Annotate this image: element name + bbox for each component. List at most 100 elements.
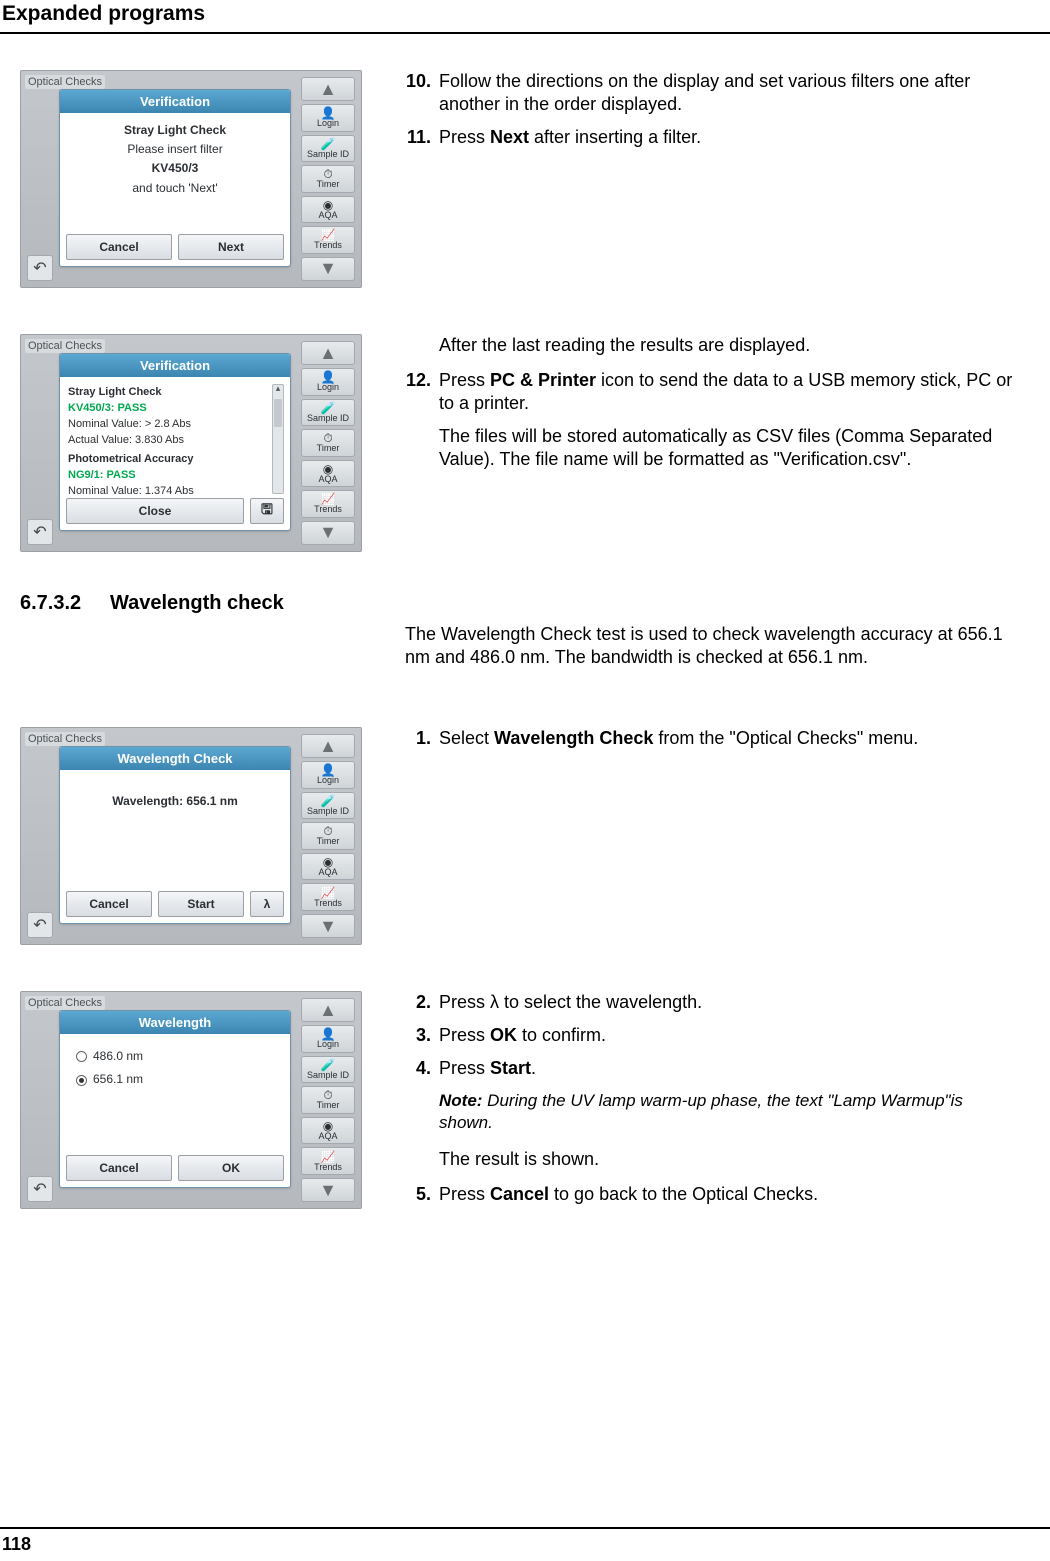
cancel-button[interactable]: Cancel — [66, 891, 152, 917]
dialog-buttons: Cancel OK — [66, 1155, 284, 1181]
radio-icon — [76, 1051, 87, 1062]
pass-line: KV450/3: PASS — [68, 401, 270, 417]
dialog-title: Verification — [60, 354, 290, 377]
sidebar-trends[interactable]: 📈Trends — [301, 226, 355, 254]
sidebar-label: AQA — [318, 1132, 337, 1141]
radio-label: 656.1 nm — [93, 1071, 143, 1088]
arrow-up-icon[interactable]: ▲ — [301, 341, 355, 365]
sidebar-trends[interactable]: 📈Trends — [301, 883, 355, 911]
sidebar-login[interactable]: 👤Login — [301, 104, 355, 132]
step-2: 2. Press λ to select the wavelength. — [405, 991, 1020, 1014]
cancel-button[interactable]: Cancel — [66, 1155, 172, 1181]
results-heading: Photometrical Accuracy — [68, 452, 270, 468]
dialog-line: Wavelength: 656.1 nm — [68, 792, 282, 811]
sidebar-sampleid[interactable]: 🧪Sample ID — [301, 792, 355, 820]
step-1: 1. Select Wavelength Check from the "Opt… — [405, 727, 1020, 750]
step-number: 5. — [405, 1183, 439, 1206]
corner-tag: Optical Checks — [25, 75, 105, 89]
dialog-title: Wavelength Check — [60, 747, 290, 770]
sidebar-label: Login — [317, 119, 339, 128]
undo-icon: ↶ — [33, 1179, 46, 1199]
sidebar-sampleid[interactable]: 🧪Sample ID — [301, 399, 355, 427]
sidebar-login[interactable]: 👤Login — [301, 761, 355, 789]
sidebar-aqa[interactable]: ◉AQA — [301, 460, 355, 488]
sidebar-label: Sample ID — [307, 807, 349, 816]
step-body: Press Next after inserting a filter. — [439, 126, 1020, 149]
dialog-line: Stray Light Check — [68, 121, 282, 140]
dialog-wavelength-check: Wavelength Check Wavelength: 656.1 nm Ca… — [59, 746, 291, 924]
sidebar-login[interactable]: 👤Login — [301, 368, 355, 396]
sidebar-timer[interactable]: ⏱Timer — [301, 1086, 355, 1114]
sidebar-sampleid[interactable]: 🧪Sample ID — [301, 1056, 355, 1084]
flask-icon: 🧪 — [321, 1059, 336, 1071]
step-number: 10. — [405, 70, 439, 116]
sidebar-aqa[interactable]: ◉AQA — [301, 196, 355, 224]
dialog-buttons: Cancel Next — [66, 234, 284, 260]
radio-option-656[interactable]: 656.1 nm — [76, 1071, 282, 1088]
radio-option-486[interactable]: 486.0 nm — [76, 1048, 282, 1065]
pc-printer-button[interactable]: 🖫 — [250, 498, 284, 524]
arrow-down-icon[interactable]: ▼ — [301, 257, 355, 281]
pass-line: NG9/1: PASS — [68, 468, 270, 484]
back-button[interactable]: ↶ — [27, 255, 53, 281]
sidebar-timer[interactable]: ⏱Timer — [301, 429, 355, 457]
scrollbar[interactable] — [272, 384, 284, 494]
arrow-down-icon[interactable]: ▼ — [301, 1178, 355, 1202]
lambda-button[interactable]: λ — [250, 891, 284, 917]
start-button[interactable]: Start — [158, 891, 244, 917]
step-3: 3. Press OK to confirm. — [405, 1024, 1020, 1047]
sidebar-label: Timer — [317, 1101, 340, 1110]
undo-icon: ↶ — [33, 522, 46, 542]
section-number: 6.7.3.2 — [20, 592, 110, 615]
next-button[interactable]: Next — [178, 234, 284, 260]
step-number: 12. — [405, 369, 439, 415]
step-body: Press Start. — [439, 1057, 1020, 1080]
page: Expanded programs Optical Checks ▲ 👤Logi… — [0, 0, 1050, 1561]
page-number: 118 — [2, 1534, 31, 1555]
ok-button[interactable]: OK — [178, 1155, 284, 1181]
header-rule — [0, 32, 1050, 34]
screenshot-3-wrap: Optical Checks ▲ 👤Login 🧪Sample ID ⏱Time… — [20, 727, 375, 945]
sidebar-label: Trends — [314, 505, 342, 514]
nominal-line: Nominal Value: > 2.8 Abs — [68, 417, 270, 433]
sidebar-sampleid[interactable]: 🧪Sample ID — [301, 135, 355, 163]
arrow-up-icon[interactable]: ▲ — [301, 77, 355, 101]
sidebar-label: Sample ID — [307, 1071, 349, 1080]
sidebar-label: Sample ID — [307, 150, 349, 159]
sidebar-label: Timer — [317, 444, 340, 453]
sidebar-trends[interactable]: 📈Trends — [301, 1147, 355, 1175]
section-3: The Wavelength Check test is used to che… — [20, 623, 1020, 681]
section-2: Optical Checks ▲ 👤Login 🧪Sample ID ⏱Time… — [20, 334, 1020, 552]
sidebar-timer[interactable]: ⏱Timer — [301, 165, 355, 193]
arrow-down-icon[interactable]: ▼ — [301, 914, 355, 938]
sidebar-trends[interactable]: 📈Trends — [301, 490, 355, 518]
sidebar-label: AQA — [318, 475, 337, 484]
back-button[interactable]: ↶ — [27, 912, 53, 938]
sidebar-login[interactable]: 👤Login — [301, 1025, 355, 1053]
step-5: 5. Press Cancel to go back to the Optica… — [405, 1183, 1020, 1206]
radio-label: 486.0 nm — [93, 1048, 143, 1065]
back-button[interactable]: ↶ — [27, 1176, 53, 1202]
arrow-up-icon[interactable]: ▲ — [301, 734, 355, 758]
step-body: Press λ to select the wavelength. — [439, 991, 1020, 1014]
screenshot-verification-insert: Optical Checks ▲ 👤Login 🧪Sample ID ⏱Time… — [20, 70, 362, 288]
undo-icon: ↶ — [33, 258, 46, 278]
close-button[interactable]: Close — [66, 498, 244, 524]
sidebar-aqa[interactable]: ◉AQA — [301, 1117, 355, 1145]
radio-icon — [76, 1075, 87, 1086]
screenshot-2-wrap: Optical Checks ▲ 👤Login 🧪Sample ID ⏱Time… — [20, 334, 375, 552]
sidebar-label: Login — [317, 383, 339, 392]
sidebar-aqa[interactable]: ◉AQA — [301, 853, 355, 881]
section-5: Optical Checks ▲ 👤Login 🧪Sample ID ⏱Time… — [20, 991, 1020, 1216]
screenshot-wavelength-check: Optical Checks ▲ 👤Login 🧪Sample ID ⏱Time… — [20, 727, 362, 945]
sidebar: ▲ 👤Login 🧪Sample ID ⏱Timer ◉AQA 📈Trends … — [301, 77, 355, 281]
section-title: Wavelength check — [110, 592, 284, 614]
arrow-up-icon[interactable]: ▲ — [301, 998, 355, 1022]
back-button[interactable]: ↶ — [27, 519, 53, 545]
cancel-button[interactable]: Cancel — [66, 234, 172, 260]
arrow-down-icon[interactable]: ▼ — [301, 521, 355, 545]
section-4: Optical Checks ▲ 👤Login 🧪Sample ID ⏱Time… — [20, 727, 1020, 945]
step-body: Press OK to confirm. — [439, 1024, 1020, 1047]
section-1: Optical Checks ▲ 👤Login 🧪Sample ID ⏱Time… — [20, 70, 1020, 288]
sidebar-timer[interactable]: ⏱Timer — [301, 822, 355, 850]
